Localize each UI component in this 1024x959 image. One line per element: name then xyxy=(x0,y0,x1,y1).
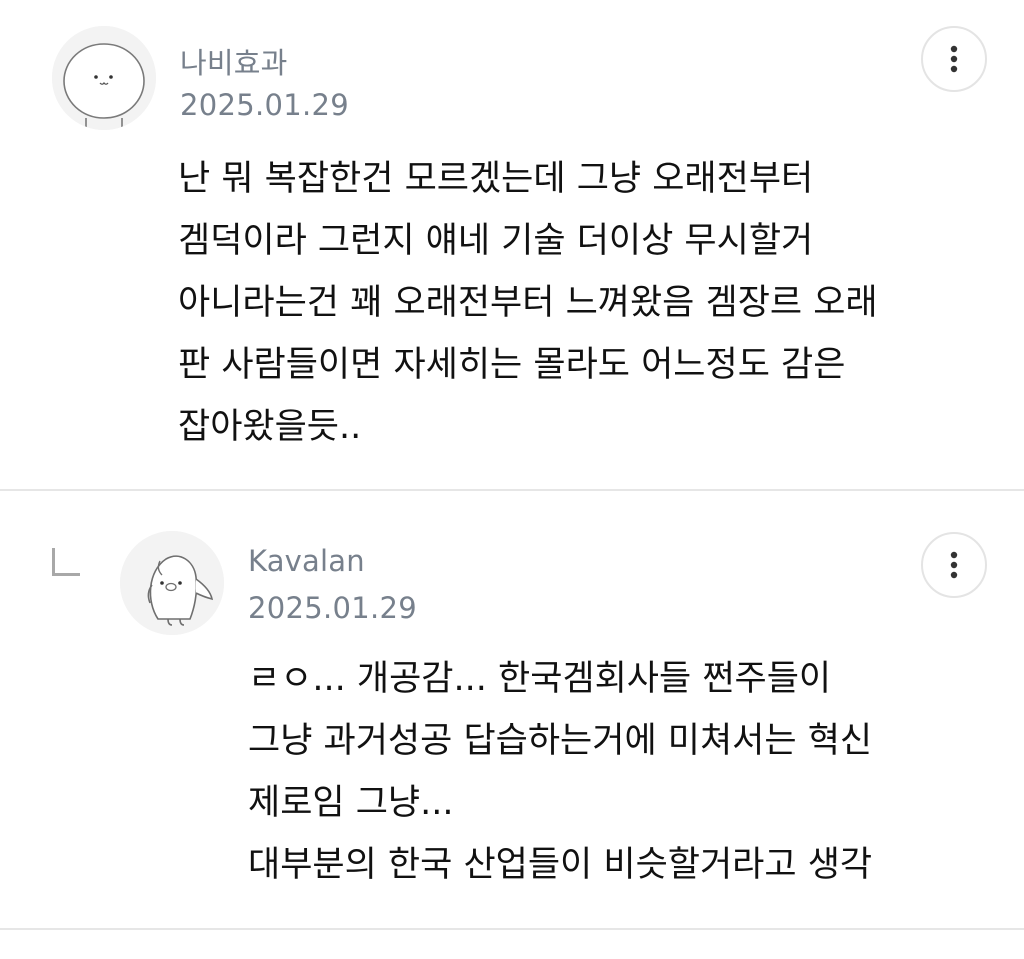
more-options-button[interactable] xyxy=(921,26,987,92)
reply-comment-item: Kavalan 2025.01.29 ㄹㅇ... 개공감... 한국겜회사들 쩐… xyxy=(0,491,1024,929)
comment-body-line: 난 뭐 복잡한건 모르겠는데 그냥 오래전부터 xyxy=(178,159,814,199)
comment-date: 2025.01.29 xyxy=(180,88,350,122)
comment-body: 난 뭐 복잡한건 모르겠는데 그냥 오래전부터 겜덕이라 그런지 얘네 기술 더… xyxy=(178,148,878,458)
bunny-face-avatar-icon[interactable] xyxy=(52,26,156,130)
comment-body-line: 판 사람들이면 자세히는 몰라도 어느정도 감은 xyxy=(178,345,846,385)
reply-arrow-icon xyxy=(52,548,80,576)
more-options-button[interactable] xyxy=(921,532,987,598)
comment-body-line: 대부분의 한국 산업들이 비슷할거라고 생각 xyxy=(248,845,873,885)
comment-body-line: ㄹㅇ... 개공감... 한국겜회사들 쩐주들이 xyxy=(248,659,832,699)
more-vertical-icon xyxy=(950,45,958,73)
comment-body-line: 그냥 과거성공 답습하는거에 미쳐서는 혁신 xyxy=(248,721,873,761)
comment-author[interactable]: 나비효과 xyxy=(180,40,288,82)
comment-author[interactable]: Kavalan xyxy=(248,544,365,578)
comment-body-line: 잡아왔을듯.. xyxy=(178,407,362,447)
comment-body-line: 아니라는건 꽤 오래전부터 느껴왔음 겜장르 오래 xyxy=(178,283,878,323)
comment-body-line: 겜덕이라 그런지 얘네 기술 더이상 무시할거 xyxy=(178,221,814,261)
more-vertical-icon xyxy=(950,551,958,579)
comment-date: 2025.01.29 xyxy=(248,591,418,625)
comment-item: 나비효과 2025.01.29 난 뭐 복잡한건 모르겠는데 그냥 오래전부터 … xyxy=(0,0,1024,490)
comment-divider xyxy=(0,928,1024,930)
comment-body-line: 제로임 그냥... xyxy=(248,783,454,823)
comment-body: ㄹㅇ... 개공감... 한국겜회사들 쩐주들이 그냥 과거성공 답습하는거에 … xyxy=(248,648,872,896)
penguin-avatar-icon[interactable] xyxy=(120,531,224,635)
